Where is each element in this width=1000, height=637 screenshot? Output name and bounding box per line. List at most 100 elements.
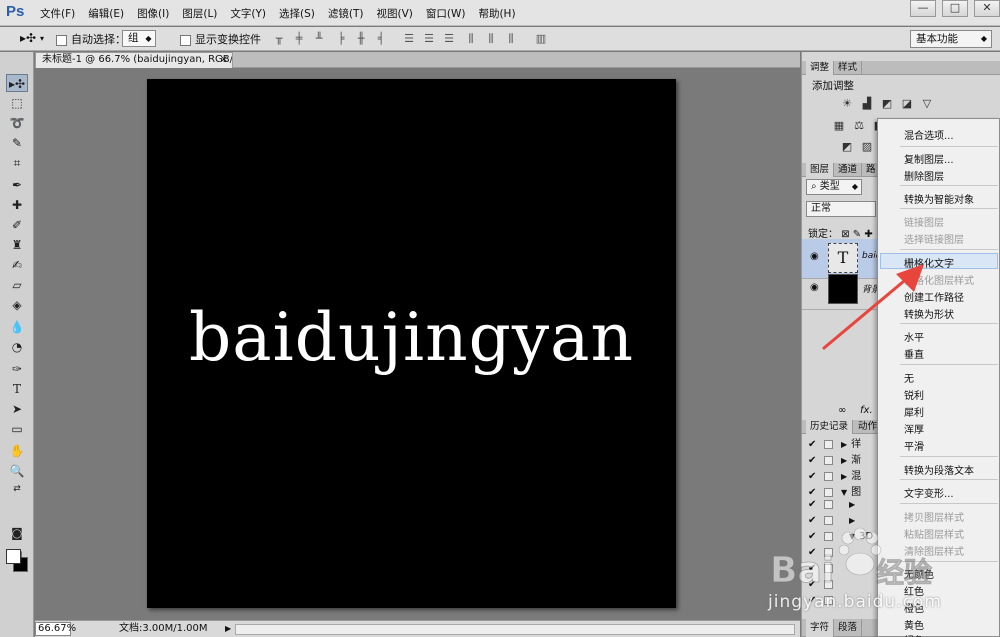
move-tool-icon[interactable]: ▸✣ xyxy=(20,31,36,45)
curves-icon[interactable]: ◩ xyxy=(880,97,894,110)
menu-view[interactable]: 视图(V) xyxy=(376,6,412,21)
maximize-button[interactable]: □ xyxy=(942,0,968,17)
menu-filter[interactable]: 滤镜(T) xyxy=(328,6,364,21)
toggle-box[interactable] xyxy=(824,487,833,497)
minimize-button[interactable]: — xyxy=(910,0,936,17)
move-tool-icon[interactable]: ▸✣ xyxy=(6,74,28,92)
foreground-color-swatch[interactable] xyxy=(6,549,21,564)
show-transform-checkbox[interactable] xyxy=(180,34,191,46)
menu-image[interactable]: 图像(I) xyxy=(137,6,169,21)
menu-item-duplicate-layer[interactable]: 复制图层... xyxy=(904,151,954,166)
menu-select[interactable]: 选择(S) xyxy=(279,6,315,21)
canvas-text-layer[interactable]: baidujingyan xyxy=(147,299,676,376)
exposure-icon[interactable]: ◪ xyxy=(900,97,914,110)
invert-icon[interactable]: ◩ xyxy=(840,140,854,153)
blend-mode-dropdown[interactable]: 正常 xyxy=(806,201,876,217)
list-item[interactable]: ✔ ▶ 混 xyxy=(808,467,878,481)
link-layers-icon[interactable]: ∞ xyxy=(838,405,846,416)
hue-saturation-icon[interactable]: ▦ xyxy=(832,119,846,132)
menu-item-antialias-crisp[interactable]: 犀利 xyxy=(904,404,924,419)
distribute-bottom-icon[interactable]: ☰ xyxy=(442,32,456,45)
distribute-hcenter-icon[interactable]: ⫼ xyxy=(484,32,498,45)
menu-item-antialias-smooth[interactable]: 平滑 xyxy=(904,438,924,453)
blur-tool-icon[interactable]: 💧 xyxy=(6,318,28,336)
distribute-vcenter-icon[interactable]: ☰ xyxy=(422,32,436,45)
color-balance-icon[interactable]: ⚖ xyxy=(852,119,866,132)
path-select-tool-icon[interactable]: ➤ xyxy=(6,400,28,418)
auto-select-dropdown[interactable]: 组 ◆ xyxy=(122,30,156,47)
distribute-left-icon[interactable]: ⫼ xyxy=(464,32,478,45)
list-item[interactable]: ✔ ▼ 图 xyxy=(808,483,878,497)
hand-tool-icon[interactable]: ✋ xyxy=(6,442,28,460)
toggle-box[interactable] xyxy=(824,499,833,509)
posterize-icon[interactable]: ▨ xyxy=(860,140,874,153)
marquee-tool-icon[interactable]: ⬚ xyxy=(6,94,28,112)
document-tab[interactable]: 未标题-1 @ 66.7% (baidujingyan, RGB/8) * × xyxy=(35,52,233,68)
toggle-box[interactable] xyxy=(824,439,833,449)
align-bottom-icon[interactable]: ╨ xyxy=(312,32,326,45)
expand-triangle-icon[interactable]: ▶ xyxy=(841,472,847,481)
menu-item-warp-text[interactable]: 文字变形... xyxy=(904,485,954,500)
align-vcenter-icon[interactable]: ╪ xyxy=(292,32,306,45)
close-tab-icon[interactable]: × xyxy=(220,53,228,67)
toggle-box[interactable] xyxy=(824,471,833,481)
tab-paragraph[interactable]: 段落 xyxy=(834,619,863,637)
menu-item-convert-paragraph[interactable]: 转换为段落文本 xyxy=(904,462,974,477)
tab-character[interactable]: 字符 xyxy=(806,619,835,637)
tab-history[interactable]: 历史记录 xyxy=(806,420,854,434)
quick-mask-icon[interactable]: ◙ xyxy=(6,524,28,542)
menu-item-convert-smart-object[interactable]: 转换为智能对象 xyxy=(904,191,974,206)
pen-tool-icon[interactable]: ✑ xyxy=(6,360,28,378)
menu-item-delete-layer[interactable]: 删除图层 xyxy=(904,168,944,183)
expand-triangle-icon[interactable]: ▶ xyxy=(849,500,855,509)
expand-triangle-icon[interactable]: ▼ xyxy=(841,488,847,497)
expand-triangle-icon[interactable]: ▶ xyxy=(841,456,847,465)
zoom-tool-icon[interactable]: 🔍 xyxy=(6,462,28,480)
menu-layer[interactable]: 图层(L) xyxy=(182,6,217,21)
visibility-eye-icon[interactable]: ◉ xyxy=(810,251,819,262)
distribute-top-icon[interactable]: ☰ xyxy=(402,32,416,45)
document-canvas[interactable]: baidujingyan xyxy=(147,79,676,608)
type-tool-icon[interactable]: T xyxy=(6,380,28,398)
rectangle-tool-icon[interactable]: ▭ xyxy=(6,420,28,438)
tab-layers[interactable]: 图层 xyxy=(806,163,835,177)
menu-item-antialias-none[interactable]: 无 xyxy=(904,370,914,385)
dodge-tool-icon[interactable]: ◔ xyxy=(6,338,28,356)
quick-select-tool-icon[interactable]: ✎ xyxy=(6,134,28,152)
menu-item-antialias-strong[interactable]: 浑厚 xyxy=(904,421,924,436)
tab-adjustments[interactable]: 调整 xyxy=(806,61,835,75)
list-item[interactable]: ✔ ▶ 渐 xyxy=(808,451,878,465)
layer-kind-filter[interactable]: ⌕ 类型 ◆ xyxy=(806,179,862,195)
auto-select-checkbox[interactable] xyxy=(56,34,67,46)
menu-file[interactable]: 文件(F) xyxy=(40,6,75,21)
align-right-icon[interactable]: ╡ xyxy=(374,32,388,45)
align-hcenter-icon[interactable]: ╫ xyxy=(354,32,368,45)
history-brush-tool-icon[interactable]: ✍ xyxy=(6,256,28,274)
horizontal-scrollbar[interactable] xyxy=(235,624,795,635)
brush-tool-icon[interactable]: ✐ xyxy=(6,216,28,234)
swap-colors-icon[interactable]: ⇄ xyxy=(6,480,28,498)
auto-align-icon[interactable]: ▥ xyxy=(534,32,548,45)
auto-select-option[interactable]: 自动选择： xyxy=(56,31,126,47)
vibrance-icon[interactable]: ▽ xyxy=(920,97,934,110)
menu-edit[interactable]: 编辑(E) xyxy=(88,6,124,21)
levels-icon[interactable]: ▟ xyxy=(860,97,874,110)
toggle-box[interactable] xyxy=(824,455,833,465)
brightness-icon[interactable]: ☀ xyxy=(840,97,854,110)
menu-type[interactable]: 文字(Y) xyxy=(230,6,266,21)
show-transform-option[interactable]: 显示变换控件 xyxy=(180,31,261,47)
menu-item-antialias-sharp[interactable]: 锐利 xyxy=(904,387,924,402)
expand-triangle-icon[interactable]: ▶ xyxy=(841,440,847,449)
lasso-tool-icon[interactable]: ➰ xyxy=(6,114,28,132)
menu-item-yellow[interactable]: 黄色 xyxy=(904,617,924,632)
tab-channels[interactable]: 通道 xyxy=(834,163,863,177)
crop-tool-icon[interactable]: ⌗ xyxy=(6,154,28,172)
align-left-icon[interactable]: ╞ xyxy=(334,32,348,45)
visibility-eye-icon[interactable]: ◉ xyxy=(810,282,819,293)
zoom-field[interactable]: 66.67% xyxy=(35,622,76,636)
distribute-right-icon[interactable]: ⫼ xyxy=(504,32,518,45)
menu-item-blending-options[interactable]: 混合选项... xyxy=(904,127,954,142)
paint-bucket-tool-icon[interactable]: ◈ xyxy=(6,296,28,314)
eraser-tool-icon[interactable]: ▱ xyxy=(6,276,28,294)
workspace-dropdown[interactable]: 基本功能 ◆ xyxy=(910,30,992,48)
